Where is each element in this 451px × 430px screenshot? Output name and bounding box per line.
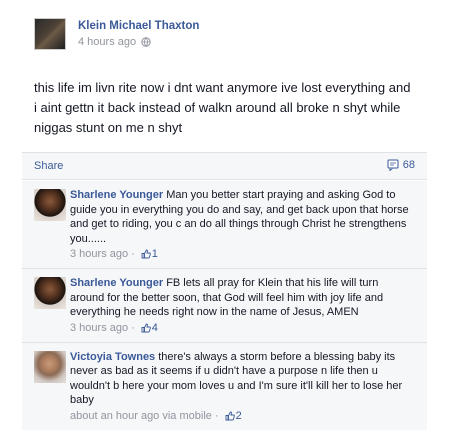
post-timestamp-row: 4 hours ago [78, 36, 199, 48]
comment-body: Sharlene Younger Man you better start pr… [70, 188, 415, 246]
comment-count-link[interactable]: 68 [387, 159, 415, 171]
commenter-name-link[interactable]: Victoyia Townes [70, 351, 155, 363]
post-header: Klein Michael Thaxton 4 hours ago [34, 18, 199, 50]
feed-post: Klein Michael Thaxton 4 hours ago this l… [22, 10, 427, 430]
commenter-avatar[interactable] [34, 189, 66, 221]
comment-icon [387, 159, 399, 171]
like-count[interactable]: 2 [236, 410, 242, 422]
meta-separator: · [214, 409, 219, 422]
share-link[interactable]: Share [34, 160, 63, 172]
author-avatar[interactable] [34, 18, 66, 50]
comment-meta: 3 hours ago · 1 [70, 248, 415, 260]
comment-timestamp[interactable]: about an hour ago via mobile [70, 410, 212, 422]
comment-timestamp[interactable]: 3 hours ago [70, 322, 128, 334]
commenter-name-link[interactable]: Sharlene Younger [70, 277, 163, 289]
meta-separator: · [131, 248, 135, 260]
post-action-bar: Share 68 [22, 152, 427, 180]
author-meta: Klein Michael Thaxton 4 hours ago [78, 20, 199, 50]
commenter-avatar[interactable] [34, 350, 66, 383]
comment-item: Sharlene Younger Man you better start pr… [22, 181, 427, 269]
globe-icon[interactable] [141, 37, 151, 47]
comment-body: Sharlene Younger FB lets all pray for Kl… [70, 276, 415, 320]
post-message: this life im livn rite now i dnt want an… [34, 80, 411, 135]
post-timestamp[interactable]: 4 hours ago [78, 36, 136, 48]
like-count[interactable]: 1 [152, 248, 158, 260]
comment-count-value: 68 [402, 159, 415, 171]
comment-meta: about an hour ago via mobile · 2 [70, 410, 415, 422]
commenter-avatar[interactable] [34, 277, 66, 309]
author-name-link[interactable]: Klein Michael Thaxton [78, 20, 199, 32]
comment-meta: 3 hours ago · 4 [70, 322, 415, 334]
commenter-name-link[interactable]: Sharlene Younger [70, 189, 163, 201]
like-icon[interactable] [225, 411, 235, 421]
like-icon[interactable] [141, 323, 151, 333]
like-count[interactable]: 4 [152, 322, 158, 334]
like-icon[interactable] [141, 249, 151, 259]
comment-body: Victoyia Townes there's always a storm b… [70, 350, 415, 408]
comment-item: Sharlene Younger FB lets all pray for Kl… [22, 269, 427, 343]
meta-separator: · [131, 321, 135, 334]
comment-item: Victoyia Townes there's always a storm b… [22, 342, 427, 430]
comment-timestamp[interactable]: 3 hours ago [70, 248, 128, 260]
comment-list: Sharlene Younger Man you better start pr… [22, 181, 427, 430]
